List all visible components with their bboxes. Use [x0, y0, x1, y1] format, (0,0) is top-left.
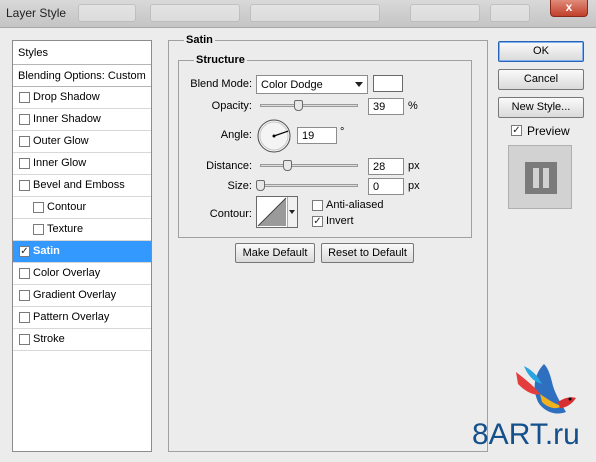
style-item[interactable]: Texture — [13, 219, 151, 241]
angle-input[interactable]: 19 — [297, 127, 337, 144]
contour-label: Contour: — [209, 208, 252, 220]
contour-curve-icon — [257, 197, 287, 227]
distance-slider-thumb[interactable] — [283, 160, 293, 171]
ok-button[interactable]: OK — [498, 41, 584, 62]
preview-thumbnail — [508, 145, 572, 209]
style-item[interactable]: Stroke — [13, 329, 151, 351]
style-item-checkbox[interactable] — [19, 290, 30, 301]
style-item-label: Pattern Overlay — [33, 311, 110, 323]
size-slider-thumb[interactable] — [256, 180, 265, 191]
preview-image — [525, 162, 557, 194]
style-item-checkbox[interactable] — [19, 136, 30, 147]
style-items: Drop Shadow Inner Shadow Outer Glow Inner G… — [13, 87, 151, 351]
window-title: Layer Style — [6, 6, 67, 20]
opacity-input[interactable]: 39 — [368, 98, 404, 115]
opacity-slider-thumb[interactable] — [294, 100, 304, 111]
styles-header[interactable]: Styles — [13, 41, 151, 65]
blend-mode-value: Color Dodge — [261, 79, 323, 91]
preview-checkbox[interactable]: ✓ — [511, 125, 522, 136]
new-style-button[interactable]: New Style... — [498, 97, 584, 118]
style-item-label: Bevel and Emboss — [33, 179, 125, 191]
angle-label: Angle: — [220, 129, 252, 141]
blending-options-item[interactable]: Blending Options: Custom — [13, 65, 151, 87]
style-item[interactable]: Contour — [13, 197, 151, 219]
background-toolbar-ghost — [490, 4, 530, 22]
style-item-checkbox[interactable] — [33, 202, 44, 213]
style-item-checkbox[interactable] — [19, 180, 30, 191]
contour-dropdown-button[interactable] — [287, 197, 297, 227]
make-default-button[interactable]: Make Default — [235, 243, 315, 263]
style-item-label: Inner Shadow — [33, 113, 101, 125]
distance-slider-track[interactable] — [260, 164, 358, 167]
style-item-checkbox[interactable] — [19, 114, 30, 125]
preview-label: Preview — [527, 124, 570, 138]
size-unit: px — [408, 180, 420, 192]
anti-aliased-checkbox[interactable] — [312, 200, 323, 211]
chevron-down-icon — [355, 82, 363, 87]
background-toolbar-ghost — [250, 4, 380, 22]
styles-list: Styles Blending Options: Custom Drop Sha… — [12, 40, 152, 452]
style-item-label: Stroke — [33, 333, 65, 345]
background-toolbar-ghost — [150, 4, 240, 22]
distance-label: Distance: — [206, 160, 252, 172]
style-item-label: Drop Shadow — [33, 91, 100, 103]
blend-mode-select[interactable]: Color Dodge — [256, 75, 368, 94]
style-item-label: Outer Glow — [33, 135, 89, 147]
style-item-label: Contour — [47, 201, 87, 213]
watermark-text: 8ART.ru — [472, 418, 580, 451]
blend-color-swatch[interactable] — [373, 75, 403, 92]
style-item[interactable]: Inner Shadow — [13, 109, 151, 131]
invert-checkbox[interactable]: ✓ — [312, 216, 323, 227]
style-item-checkbox[interactable] — [33, 224, 44, 235]
style-item-checkbox[interactable] — [19, 312, 30, 323]
distance-input[interactable]: 28 — [368, 158, 404, 175]
opacity-slider-track[interactable] — [260, 104, 358, 107]
title-bar: Layer Style x — [0, 0, 596, 28]
anti-aliased-label: Anti-aliased — [326, 199, 384, 211]
style-item[interactable]: Outer Glow — [13, 131, 151, 153]
style-item-checkbox[interactable]: ✓ — [19, 246, 30, 257]
style-item[interactable]: Pattern Overlay — [13, 307, 151, 329]
style-item-label: Texture — [47, 223, 84, 235]
style-item[interactable]: Bevel and Emboss — [13, 175, 151, 197]
parrot-logo — [516, 364, 576, 414]
style-item-label: Satin — [33, 245, 60, 257]
style-item-label: Gradient Overlay — [33, 289, 117, 301]
style-item[interactable]: Gradient Overlay — [13, 285, 151, 307]
style-item[interactable]: Inner Glow — [13, 153, 151, 175]
close-button[interactable]: x — [550, 0, 588, 17]
style-item-checkbox[interactable] — [19, 268, 30, 279]
style-item-label: Inner Glow — [33, 157, 87, 169]
structure-group-title: Structure — [194, 54, 247, 66]
close-icon: x — [565, 0, 573, 14]
cancel-button[interactable]: Cancel — [498, 69, 584, 90]
satin-group-title: Satin — [184, 34, 215, 46]
style-item[interactable]: ✓ Satin — [13, 241, 151, 263]
background-toolbar-ghost — [410, 4, 480, 22]
background-toolbar-ghost — [78, 4, 136, 22]
opacity-label: Opacity: — [211, 100, 252, 112]
style-item-checkbox[interactable] — [19, 334, 30, 345]
distance-unit: px — [408, 160, 420, 172]
style-item-checkbox[interactable] — [19, 92, 30, 103]
opacity-unit: % — [408, 100, 418, 112]
style-item[interactable]: Color Overlay — [13, 263, 151, 285]
invert-label: Invert — [326, 215, 354, 227]
size-label: Size: — [227, 180, 252, 192]
angle-dial[interactable] — [256, 118, 292, 154]
reset-to-default-button[interactable]: Reset to Default — [321, 243, 414, 263]
style-item-checkbox[interactable] — [19, 158, 30, 169]
blend-mode-label: Blend Mode: — [190, 78, 252, 90]
style-item[interactable]: Drop Shadow — [13, 87, 151, 109]
style-item-label: Color Overlay — [33, 267, 101, 279]
angle-unit: ° — [340, 126, 345, 138]
size-slider-track[interactable] — [260, 184, 358, 187]
contour-picker[interactable] — [256, 196, 298, 228]
size-input[interactable]: 0 — [368, 178, 404, 195]
chevron-down-icon — [289, 210, 295, 214]
